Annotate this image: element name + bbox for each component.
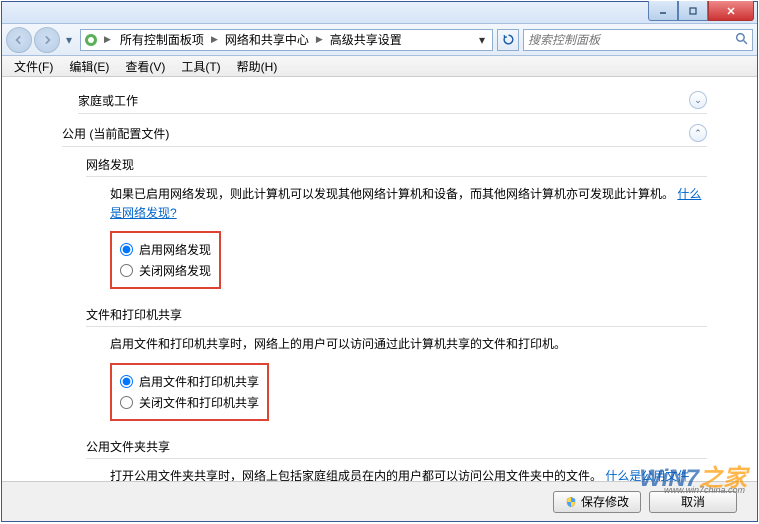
chevron-right-icon: ▶ [210,34,219,45]
chevron-up-icon[interactable]: ⌃ [689,124,707,142]
maximize-button[interactable] [678,1,708,21]
radio-disable-network-discovery[interactable]: 关闭网络发现 [120,260,211,281]
menu-file[interactable]: 文件(F) [6,56,61,77]
chevron-down-icon[interactable]: ⌄ [689,91,707,109]
subsection-file-printer: 文件和打印机共享 启用文件和打印机共享时，网络上的用户可以访问通过此计算机共享的… [86,303,707,420]
control-panel-icon [83,32,99,48]
radio-label: 关闭网络发现 [139,262,211,279]
chevron-right-icon: ▶ [103,34,112,45]
content-area: 家庭或工作 ⌄ 公用 (当前配置文件) ⌃ 网络发现 如果已启用网络发现，则此计… [2,77,757,482]
address-dropdown[interactable]: ▾ [474,33,490,47]
section-title: 家庭或工作 [78,92,138,109]
menu-help[interactable]: 帮助(H) [229,56,286,77]
radio-input[interactable] [120,375,133,388]
chevron-right-icon: ▶ [315,34,324,45]
address-bar[interactable]: ▶ 所有控制面板项 ▶ 网络和共享中心 ▶ 高级共享设置 ▾ [80,29,493,51]
menu-tools[interactable]: 工具(T) [173,56,228,77]
radio-label: 启用文件和打印机共享 [139,373,259,390]
button-bar: 保存修改 取消 [2,481,757,521]
menu-edit[interactable]: 编辑(E) [61,56,117,77]
nav-history-dropdown[interactable]: ▾ [62,30,76,50]
breadcrumb-item[interactable]: 网络和共享中心 [221,29,313,50]
close-button[interactable] [708,1,754,21]
radio-input[interactable] [120,396,133,409]
breadcrumb: 所有控制面板项 ▶ 网络和共享中心 ▶ 高级共享设置 [116,29,470,50]
breadcrumb-item[interactable]: 高级共享设置 [326,29,406,50]
radio-group-file-printer: 启用文件和打印机共享 关闭文件和打印机共享 [110,363,269,421]
back-button[interactable] [6,27,32,53]
shield-icon [565,496,577,508]
navbar: ▾ ▶ 所有控制面板项 ▶ 网络和共享中心 ▶ 高级共享设置 ▾ [2,24,757,56]
titlebar [2,2,757,24]
save-button[interactable]: 保存修改 [553,491,641,513]
breadcrumb-item[interactable]: 所有控制面板项 [116,29,208,50]
description-text: 如果已启用网络发现，则此计算机可以发现其他网络计算机和设备，而其他网络计算机亦可… [110,185,707,223]
subsection-network-discovery: 网络发现 如果已启用网络发现，则此计算机可以发现其他网络计算机和设备，而其他网络… [86,153,707,289]
radio-disable-file-printer[interactable]: 关闭文件和打印机共享 [120,392,259,413]
radio-input[interactable] [120,243,133,256]
forward-button[interactable] [34,27,60,53]
search-icon[interactable] [735,32,748,48]
section-home[interactable]: 家庭或工作 ⌄ [78,87,707,114]
radio-label: 关闭文件和打印机共享 [139,394,259,411]
desc-text: 打开公用文件夹共享时，网络上包括家庭组成员在内的用户都可以访问公用文件夹中的文件… [110,469,602,482]
menu-view[interactable]: 查看(V) [117,56,173,77]
radio-input[interactable] [120,264,133,277]
radio-enable-network-discovery[interactable]: 启用网络发现 [120,239,211,260]
description-text: 打开公用文件夹共享时，网络上包括家庭组成员在内的用户都可以访问公用文件夹中的文件… [110,467,707,482]
subsection-public-folder: 公用文件夹共享 打开公用文件夹共享时，网络上包括家庭组成员在内的用户都可以访问公… [86,435,707,482]
radio-enable-file-printer[interactable]: 启用文件和打印机共享 [120,371,259,392]
cancel-button[interactable]: 取消 [649,491,737,513]
subsection-title: 网络发现 [86,153,707,177]
subsection-title: 文件和打印机共享 [86,303,707,327]
minimize-button[interactable] [648,1,678,21]
section-public[interactable]: 公用 (当前配置文件) ⌃ [62,120,707,147]
refresh-button[interactable] [497,29,519,51]
button-label: 保存修改 [581,493,629,510]
radio-label: 启用网络发现 [139,241,211,258]
search-input[interactable] [528,33,735,47]
desc-text: 如果已启用网络发现，则此计算机可以发现其他网络计算机和设备，而其他网络计算机亦可… [110,187,674,201]
radio-group-network-discovery: 启用网络发现 关闭网络发现 [110,231,221,289]
menubar: 文件(F) 编辑(E) 查看(V) 工具(T) 帮助(H) [2,56,757,77]
description-text: 启用文件和打印机共享时，网络上的用户可以访问通过此计算机共享的文件和打印机。 [110,335,707,354]
subsection-title: 公用文件夹共享 [86,435,707,459]
button-label: 取消 [681,493,705,510]
search-box[interactable] [523,29,753,51]
section-title: 公用 (当前配置文件) [62,125,169,142]
